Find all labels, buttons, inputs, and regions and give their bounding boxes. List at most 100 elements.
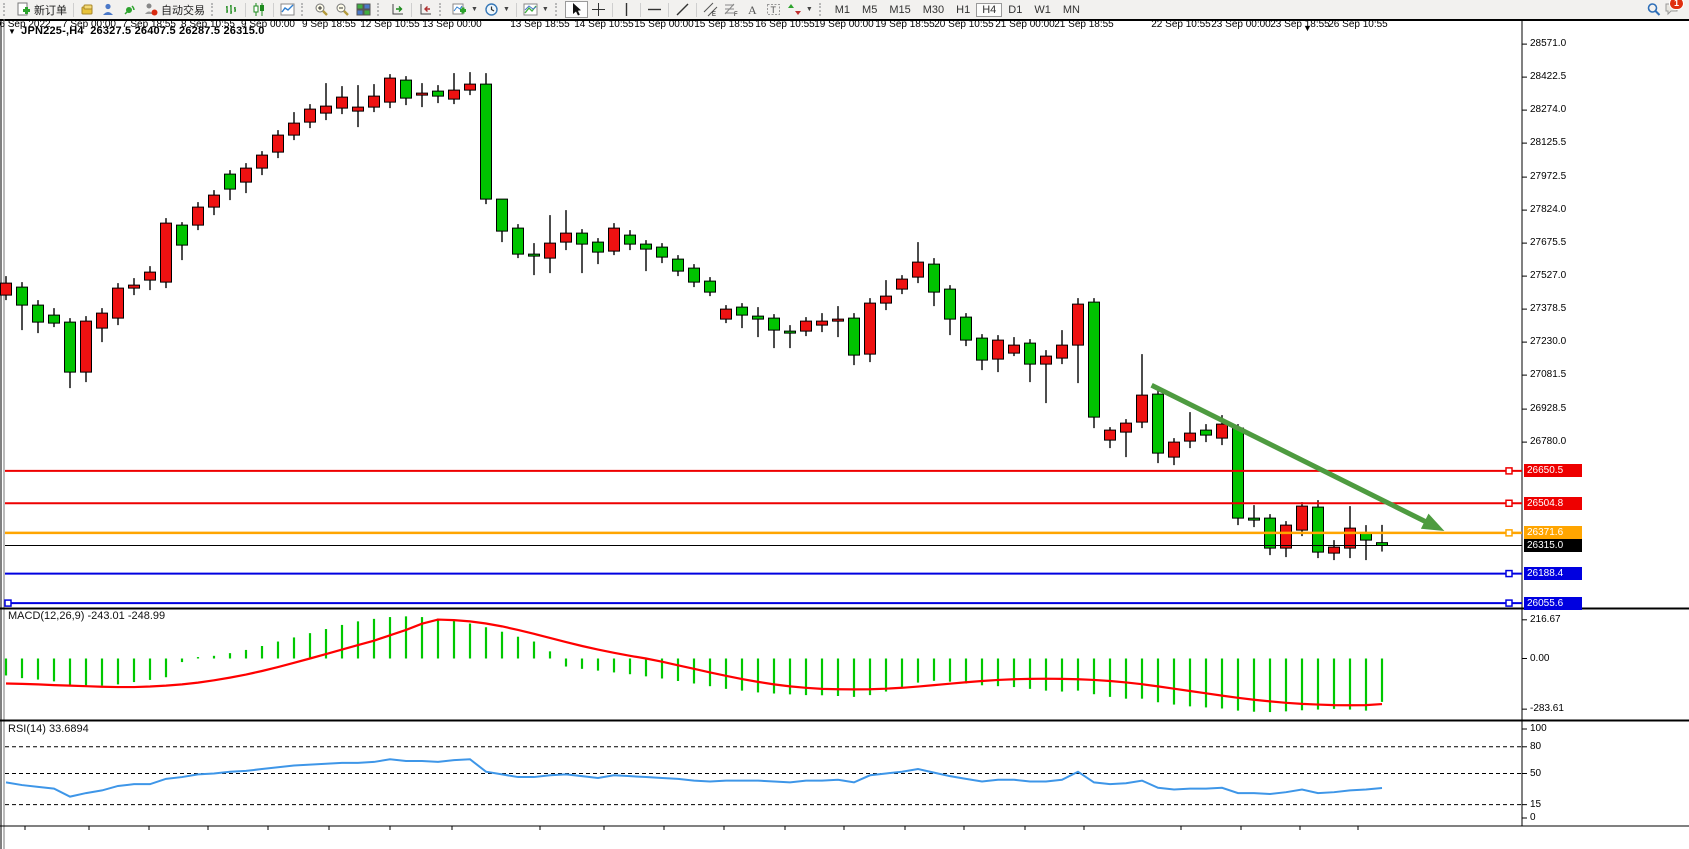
time-axis-label[interactable]: 16 Sep 10:55 xyxy=(755,19,815,30)
equidistant-channel-tool-button[interactable]: E xyxy=(700,1,721,18)
periods-button[interactable]: ▼ xyxy=(481,1,513,18)
dropdown-caret-icon[interactable]: ▼ xyxy=(503,6,510,13)
candle[interactable] xyxy=(17,282,28,330)
add-indicator-button[interactable]: ▼ xyxy=(449,1,481,18)
time-axis-label[interactable]: 23 Sep 00:00 xyxy=(1211,19,1271,30)
templates-button[interactable]: ▼ xyxy=(520,1,552,18)
time-axis-label[interactable]: 9 Sep 00:00 xyxy=(241,19,295,30)
candle[interactable] xyxy=(625,230,636,250)
time-axis-label[interactable]: 23 Sep 18:55 xyxy=(1270,19,1330,30)
chart-canvas[interactable] xyxy=(0,19,1689,849)
candle[interactable] xyxy=(865,298,876,362)
candle[interactable] xyxy=(657,243,668,263)
candle[interactable] xyxy=(273,130,284,158)
candle[interactable] xyxy=(1377,525,1388,552)
candle[interactable] xyxy=(769,314,780,348)
candle[interactable] xyxy=(305,104,316,128)
candle[interactable] xyxy=(129,278,140,295)
timeframe-button-m30[interactable]: M30 xyxy=(917,3,950,17)
arrows-tool-button[interactable]: ▼ xyxy=(784,1,816,18)
candle[interactable] xyxy=(465,72,476,95)
time-axis-label[interactable]: 8 Sep 10:55 xyxy=(181,19,235,30)
time-axis-label[interactable]: 19 Sep 00:00 xyxy=(814,19,874,30)
notifications-button[interactable]: 1 xyxy=(1664,1,1679,19)
time-axis-label[interactable]: 12 Sep 10:55 xyxy=(360,19,420,30)
chart-shift-button[interactable] xyxy=(415,1,436,18)
timeframe-button-mn[interactable]: MN xyxy=(1057,3,1086,17)
cursor-tool-button[interactable] xyxy=(565,1,588,18)
candle[interactable] xyxy=(33,300,44,333)
timeframe-button-m1[interactable]: M1 xyxy=(829,3,856,17)
candle[interactable] xyxy=(449,73,460,104)
zoom-out-button[interactable] xyxy=(332,1,353,18)
candle[interactable] xyxy=(1169,438,1180,465)
search-button[interactable] xyxy=(1643,1,1664,18)
time-axis-label[interactable]: 15 Sep 00:00 xyxy=(634,19,694,30)
tile-windows-button[interactable] xyxy=(353,1,374,18)
time-axis-label[interactable]: 21 Sep 00:00 xyxy=(995,19,1055,30)
candle[interactable] xyxy=(49,308,60,327)
time-axis-label[interactable]: 21 Sep 18:55 xyxy=(1054,19,1114,30)
candle[interactable] xyxy=(737,303,748,328)
candle[interactable] xyxy=(545,215,556,273)
community-button[interactable] xyxy=(98,1,119,18)
candle[interactable] xyxy=(1041,350,1052,403)
candle[interactable] xyxy=(97,308,108,342)
candle[interactable] xyxy=(785,325,796,348)
price-line-badge[interactable]: 26188.4 xyxy=(1524,567,1582,580)
timeframe-button-w1[interactable]: W1 xyxy=(1028,3,1057,17)
candle[interactable] xyxy=(241,163,252,193)
candle[interactable] xyxy=(177,222,188,260)
candle[interactable] xyxy=(929,258,940,306)
candle[interactable] xyxy=(353,85,364,127)
timeframe-button-m15[interactable]: M15 xyxy=(883,3,916,17)
candle[interactable] xyxy=(945,285,956,335)
candle[interactable] xyxy=(1329,540,1340,560)
candle[interactable] xyxy=(1105,427,1116,448)
candle[interactable] xyxy=(321,83,332,120)
candle[interactable] xyxy=(401,76,412,105)
candle[interactable] xyxy=(1281,521,1292,557)
time-axis-label[interactable]: 22 Sep 10:55 xyxy=(1151,19,1211,30)
candle[interactable] xyxy=(161,218,172,288)
candle[interactable] xyxy=(1025,339,1036,382)
candle[interactable] xyxy=(193,202,204,230)
auto-scroll-button[interactable] xyxy=(387,1,408,18)
price-line-badge[interactable]: 26650.5 xyxy=(1524,464,1582,477)
price-line-badge[interactable]: 26371.6 xyxy=(1524,526,1582,539)
zoom-in-button[interactable] xyxy=(311,1,332,18)
candle[interactable] xyxy=(753,307,764,337)
dropdown-caret-icon[interactable]: ▼ xyxy=(806,6,813,13)
candle[interactable] xyxy=(1201,424,1212,442)
candle[interactable] xyxy=(209,190,220,215)
time-axis-label[interactable]: 15 Sep 18:55 xyxy=(694,19,754,30)
candle[interactable] xyxy=(609,223,620,255)
candle[interactable] xyxy=(497,199,508,242)
candle[interactable] xyxy=(1361,525,1372,560)
time-axis-label[interactable]: 6 Sep 2022 xyxy=(0,19,51,30)
candle[interactable] xyxy=(81,316,92,382)
candle[interactable] xyxy=(913,242,924,283)
candle[interactable] xyxy=(1249,505,1260,527)
horizontal-line-tool-button[interactable] xyxy=(644,1,665,18)
timeframe-button-h1[interactable]: H1 xyxy=(950,3,976,17)
candle[interactable] xyxy=(593,238,604,264)
autotrading-button[interactable]: 自动交易 xyxy=(140,1,208,18)
candle[interactable] xyxy=(1313,500,1324,558)
dropdown-caret-icon[interactable]: ▼ xyxy=(542,6,549,13)
candle[interactable] xyxy=(561,210,572,250)
price-line-badge[interactable]: 26315.0 xyxy=(1524,539,1582,552)
candle[interactable] xyxy=(433,85,444,103)
candle[interactable] xyxy=(145,266,156,290)
candle[interactable] xyxy=(1057,330,1068,364)
candle[interactable] xyxy=(961,313,972,346)
candle[interactable] xyxy=(705,277,716,296)
dropdown-caret-icon[interactable]: ▼ xyxy=(471,6,478,13)
candle[interactable] xyxy=(1,276,12,300)
candle[interactable] xyxy=(833,306,844,337)
candle[interactable] xyxy=(225,170,236,200)
candle[interactable] xyxy=(513,224,524,258)
candle[interactable] xyxy=(1073,298,1084,383)
history-center-button[interactable] xyxy=(77,1,98,18)
line-chart-button[interactable] xyxy=(277,1,298,18)
